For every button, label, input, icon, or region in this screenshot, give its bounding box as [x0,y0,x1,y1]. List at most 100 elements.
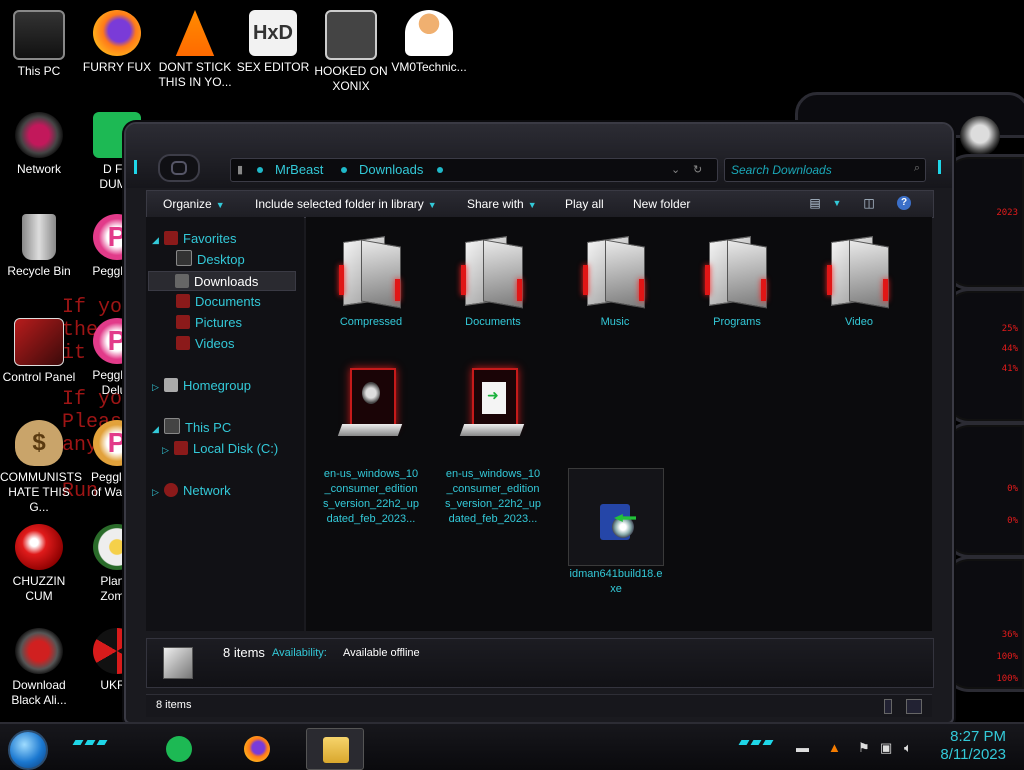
downloads-folder-icon [175,274,189,288]
nav-videos[interactable]: Videos [176,334,235,354]
folder-video[interactable]: Video [804,235,914,330]
folder-music[interactable]: Music [560,235,670,330]
desktop-icon-communists[interactable]: $ COMMUNISTS HATE THIS G... [0,420,82,515]
desktop-icon-download-black-alien[interactable]: Download Black Ali... [0,628,78,708]
gadget-segment [943,154,1024,290]
nav-homegroup[interactable]: ▷ Homegroup [152,376,251,396]
chevron-down-icon[interactable]: ⌄ [671,159,680,181]
desktop-icon-this-pc[interactable]: This PC [0,10,78,79]
file-windows-iso-2[interactable]: en-us_windows_10 _consumer_edition s_ver… [438,351,548,542]
desktop-icon-vm0technic[interactable]: VM0Technic... [390,10,468,75]
desktop-icon-sex-editor[interactable]: HxD SEX EDITOR [234,10,312,75]
action-center-flag-icon[interactable]: ⚑ [858,740,870,756]
new-folder-button[interactable]: New folder [633,191,690,217]
taskbar-file-explorer[interactable] [306,728,364,770]
nav-local-disk[interactable]: ▷ Local Disk (C:) [162,439,278,459]
help-icon[interactable]: ? [897,196,911,210]
nav-downloads[interactable]: Downloads [148,271,296,291]
taskbar-firefox[interactable] [228,728,284,768]
desktop-icon-control-panel[interactable]: Control Panel [0,318,78,385]
search-icon[interactable]: ⌕ [914,162,920,175]
file-windows-iso-1[interactable]: en-us_windows_10 _consumer_edition s_ver… [316,351,426,542]
star-icon [164,231,178,245]
desktop-icon-recycle-bin[interactable]: Recycle Bin [0,214,78,279]
gadget-segment [943,288,1024,424]
nav-this-pc[interactable]: ◢ This PC [152,418,231,438]
collapsed-arrow-icon: ▷ [162,445,169,455]
folder-programs[interactable]: Programs [682,235,792,330]
collapsed-arrow-icon: ▷ [152,382,159,392]
control-panel-icon [14,318,64,366]
folder-compressed[interactable]: Compressed [316,235,426,330]
alienware-iso-icon [336,366,406,446]
desktop-icon-hooked-on-xonix[interactable]: HOOKED ON XONIX [312,10,390,94]
volume-icon[interactable]: 🔈︎ [904,740,912,756]
homegroup-icon [164,378,178,392]
desktop-icon-furry-fux[interactable]: FURRY FUX [78,10,156,75]
network-icon [164,483,178,497]
gadget-readout: 0% [1007,516,1018,526]
breadcrumb-separator-icon [257,167,263,173]
show-hidden-icons-icon[interactable]: ▬ [796,740,809,755]
computer-icon [164,418,180,434]
taskbar-accent [738,740,750,745]
play-all-button[interactable]: Play all [565,191,604,217]
gadget-readout: 100% [996,652,1018,662]
file-explorer-icon [323,737,349,763]
taskbar-accent [72,740,84,745]
organize-button[interactable]: Organize ▼ [163,191,225,217]
share-with-button[interactable]: Share with ▼ [467,191,537,217]
shortcut-document-icon [458,366,528,446]
navigation-pane: ◢ Favorites Desktop Downloads Documents P… [146,217,304,631]
nav-pictures[interactable]: Pictures [176,313,242,333]
gadget-readout: 100% [996,674,1018,684]
documents-icon [176,294,190,308]
desktop-icon-network[interactable]: Network [0,112,78,177]
include-in-library-button[interactable]: Include selected folder in library ▼ [255,191,437,217]
taskbar-accent [762,740,774,745]
back-forward-button[interactable] [158,154,200,182]
refresh-icon[interactable]: ↻ [693,159,702,181]
taskbar-accent [750,740,762,745]
large-icons-view-icon[interactable] [906,699,922,714]
search-input[interactable] [729,160,909,180]
preview-pane-icon[interactable]: ◫ [861,195,877,211]
view-options-icon[interactable]: ▤ [807,195,823,211]
details-view-icon[interactable] [884,699,892,714]
gadget-segment [943,556,1024,692]
status-text: 8 items [156,699,192,711]
clock-date: 8/11/2023 [940,746,1006,763]
nav-desktop[interactable]: Desktop [176,250,245,270]
chevron-down-icon[interactable]: ▼ [829,195,845,211]
availability-label: Availability: [272,647,327,659]
availability-value: Available offline [343,647,420,659]
taskbar-accent [96,740,108,745]
hxd-editor-icon: HxD [249,10,297,56]
folder-documents[interactable]: Documents [438,235,548,330]
expand-arrow-icon: ◢ [152,235,159,245]
address-bar[interactable]: ▮ MrBeast Downloads ⌄ ↻ [230,158,718,182]
status-bar: 8 items [146,694,932,717]
network-status-icon[interactable]: ▣ [880,740,892,756]
hard-drive-icon [174,441,188,455]
taskbar-spotify[interactable] [150,728,206,768]
breadcrumb-separator-icon [341,167,347,173]
nav-documents[interactable]: Documents [176,292,261,312]
desktop-icon [176,250,192,266]
taskbar-accent [84,740,96,745]
app-tray-icon[interactable]: ▲ [828,740,841,755]
desktop-icon-dont-stick[interactable]: DONT STICK THIS IN YO... [156,10,234,90]
videos-icon [176,336,190,350]
clock-time: 8:27 PM [950,728,1006,745]
clock[interactable]: 8:27 PM 8/11/2023 [940,728,1006,764]
nav-favorites[interactable]: ◢ Favorites [152,229,236,249]
start-orb-button[interactable] [8,730,48,770]
spotify-icon [166,736,192,762]
desktop-icon-chuzzin-cum[interactable]: CHUZZIN CUM [0,524,78,604]
file-idman-exe[interactable]: idman641build18.e xe [568,468,664,595]
search-box[interactable]: ⌕ [724,158,926,182]
gadget-readout: 2023 [996,208,1018,218]
breadcrumb-mrbeast[interactable]: MrBeast [275,159,323,181]
nav-network[interactable]: ▷ Network [152,481,231,501]
breadcrumb-downloads[interactable]: Downloads [359,159,423,181]
